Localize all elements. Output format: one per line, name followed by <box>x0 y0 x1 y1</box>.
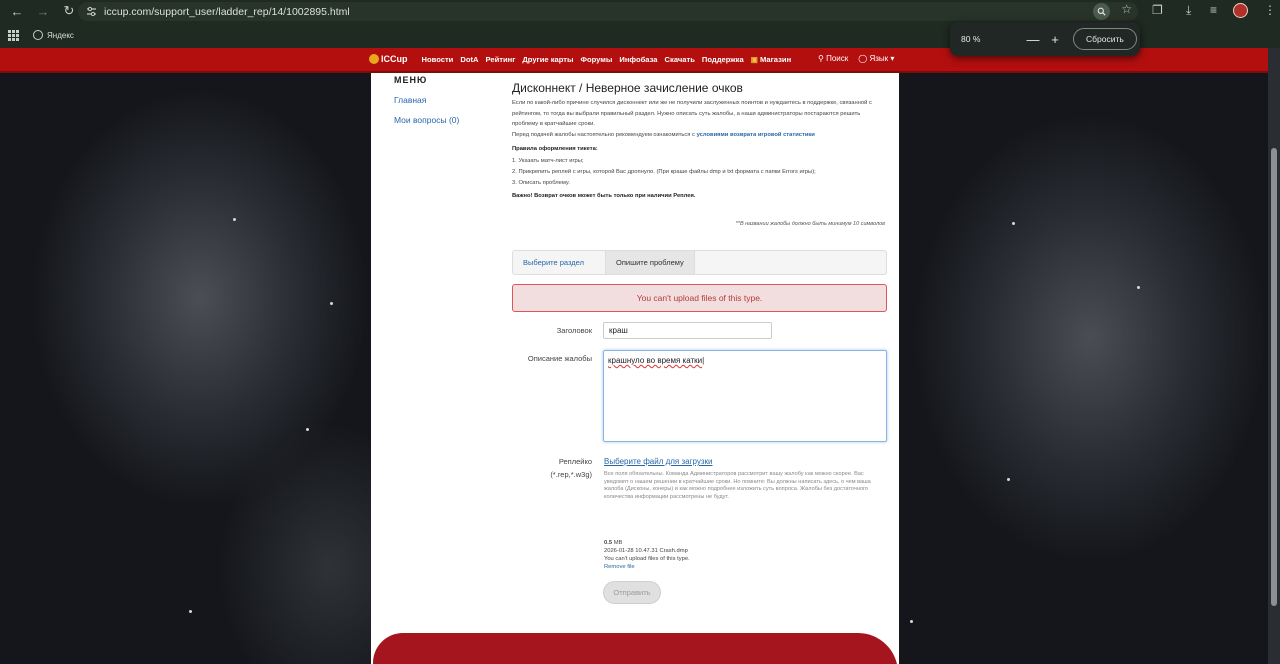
reload-icon[interactable]: ↻ <box>58 0 80 22</box>
choose-file-link[interactable]: Выберите файл для загрузки <box>604 457 713 466</box>
nav-right: ⚲ Поиск ◯ Язык ▾ <box>818 54 894 63</box>
zoom-reset-button[interactable]: Сбросить <box>1073 28 1137 50</box>
decor-dot <box>1007 478 1010 481</box>
file-size-number: 0.5 <box>604 540 613 546</box>
nav-menu: ICCup Новости DotA Рейтинг Другие карты … <box>369 54 791 64</box>
decor-dot <box>233 218 236 221</box>
search-icon: ⚲ <box>818 54 824 63</box>
description-text: крашнуло во время катки <box>608 356 703 365</box>
search-label: Поиск <box>826 54 849 63</box>
rule-2: 2. Прикрепить реплей с игры, которой Вас… <box>512 169 816 175</box>
nav-item-forums[interactable]: Форумы <box>581 55 613 64</box>
menu-link-my-questions[interactable]: Мои вопросы (0) <box>394 115 459 125</box>
min-length-note: **В названии жалобы должно быть минимум … <box>735 221 885 227</box>
zoom-level: 80 % <box>961 34 981 44</box>
page-title: Дисконнект / Неверное зачисление очков <box>512 81 743 95</box>
before-prefix: Перед подачей жалобы настоятельно рекоме… <box>512 132 697 138</box>
decor-dot <box>1012 222 1015 225</box>
conditions-link[interactable]: условиями возврата игровой статистики <box>697 132 815 138</box>
intro-text: Если по какой-либо причине случился диск… <box>512 100 872 127</box>
upload-help-text: Все поля обязательны. Команда Администра… <box>604 471 871 500</box>
error-alert: You can't upload files of this type. <box>512 284 887 312</box>
shop-label: Магазин <box>760 54 792 64</box>
important-note: Важно! Возврат очков может быть только п… <box>512 193 696 199</box>
decor-dot <box>330 302 333 305</box>
apps-grid-icon[interactable] <box>8 29 19 41</box>
search-link[interactable]: ⚲ Поиск <box>818 54 848 63</box>
globe-icon <box>33 30 43 40</box>
profile-avatar[interactable] <box>1233 3 1248 18</box>
description-label: Описание жалобы <box>527 354 592 363</box>
file-size-unit: MB <box>613 540 623 546</box>
zoom-popup: 80 % — + Сбросить <box>950 22 1140 56</box>
rule-1: 1. Указать матч-лист игры; <box>512 158 584 164</box>
file-error: You can't upload files of this type. <box>604 556 690 562</box>
decor-dot <box>1137 286 1140 289</box>
menu-heading: МЕНЮ <box>394 75 428 85</box>
page-scrollbar[interactable] <box>1268 48 1280 664</box>
replay-label: Реплейко <box>558 457 592 466</box>
nav-item-download[interactable]: Скачать <box>665 55 695 64</box>
globe-icon: ◯ <box>858 54 868 63</box>
tab-describe-problem[interactable]: Опишите проблему <box>605 251 695 274</box>
nav-item-rating[interactable]: Рейтинг <box>485 55 515 64</box>
nav-item-shop[interactable]: ▣ Магазин <box>751 55 791 64</box>
forward-icon[interactable]: → <box>32 0 54 22</box>
tab-search-icon[interactable]: ≡ <box>1210 3 1217 17</box>
bookmark-star-icon[interactable]: ☆ <box>1121 2 1132 16</box>
file-size: 0.5 MB <box>604 539 690 547</box>
language-label: Язык <box>869 54 889 63</box>
site-logo[interactable]: ICCup <box>369 54 408 64</box>
nav-item-support[interactable]: Поддержка <box>702 55 744 64</box>
decor-dot <box>189 610 192 613</box>
nav-item-infobase[interactable]: Инфобаза <box>619 55 657 64</box>
logo-icon <box>369 54 379 64</box>
title-input[interactable]: краш <box>603 322 772 339</box>
extensions-icon[interactable]: ❐ <box>1152 3 1163 17</box>
menu-link-home[interactable]: Главная <box>394 95 426 105</box>
form-tabs: Выберите раздел Опишите проблему <box>512 250 887 275</box>
zoom-out-button[interactable]: — <box>1023 32 1043 47</box>
content-panel: МЕНЮ Главная Мои вопросы (0) Дисконнект … <box>371 73 899 664</box>
bookmark-yandex[interactable]: Яндекс <box>33 30 74 40</box>
url-text[interactable]: iccup.com/support_user/ladder_rep/14/100… <box>104 6 350 18</box>
scrollbar-thumb[interactable] <box>1271 148 1277 606</box>
nav-item-other-maps[interactable]: Другие карты <box>522 55 573 64</box>
back-icon[interactable]: ← <box>6 0 28 22</box>
file-name: 2026-01-28 10.47.31 Crash.dmp <box>604 548 688 554</box>
replay-extensions: (*.rep,*.w3g) <box>550 470 592 479</box>
rule-3: 3. Описать проблему. <box>512 180 570 186</box>
zoom-icon[interactable] <box>1093 3 1110 20</box>
downloads-icon[interactable]: ⤓ <box>1186 3 1191 18</box>
footer-banner <box>373 633 898 664</box>
address-bar[interactable]: iccup.com/support_user/ladder_rep/14/100… <box>78 2 1138 21</box>
bookmarks-bar: Яндекс <box>0 25 74 45</box>
zoom-in-button[interactable]: + <box>1045 32 1065 47</box>
site-info-icon[interactable] <box>84 5 98 19</box>
submit-button[interactable]: Отправить <box>603 581 661 604</box>
logo-text: ICCup <box>381 54 408 64</box>
decor-dot <box>910 620 913 623</box>
description-textarea[interactable]: крашнуло во время катки| <box>603 350 887 442</box>
shop-icon: ▣ <box>750 54 758 64</box>
remove-file-link[interactable]: Remove file <box>604 563 690 571</box>
caret-down-icon: ▾ <box>890 54 895 63</box>
bookmark-label: Яндекс <box>47 30 74 40</box>
rules-heading: Правила оформления тикета: <box>512 146 598 152</box>
page-background: ICCup Новости DotA Рейтинг Другие карты … <box>0 48 1268 664</box>
before-text: Перед подачей жалобы настоятельно рекоме… <box>512 130 887 141</box>
nav-item-news[interactable]: Новости <box>422 55 454 64</box>
menu-kebab-icon[interactable]: ⋮ <box>1264 3 1276 17</box>
nav-item-dota[interactable]: DotA <box>460 55 478 64</box>
decor-dot <box>306 428 309 431</box>
title-label: Заголовок <box>556 326 592 335</box>
uploaded-file-info: 0.5 MB 2026-01-28 10.47.31 Crash.dmp You… <box>604 539 690 571</box>
tab-choose-section[interactable]: Выберите раздел <box>513 251 594 274</box>
language-select[interactable]: ◯ Язык ▾ <box>858 54 894 63</box>
